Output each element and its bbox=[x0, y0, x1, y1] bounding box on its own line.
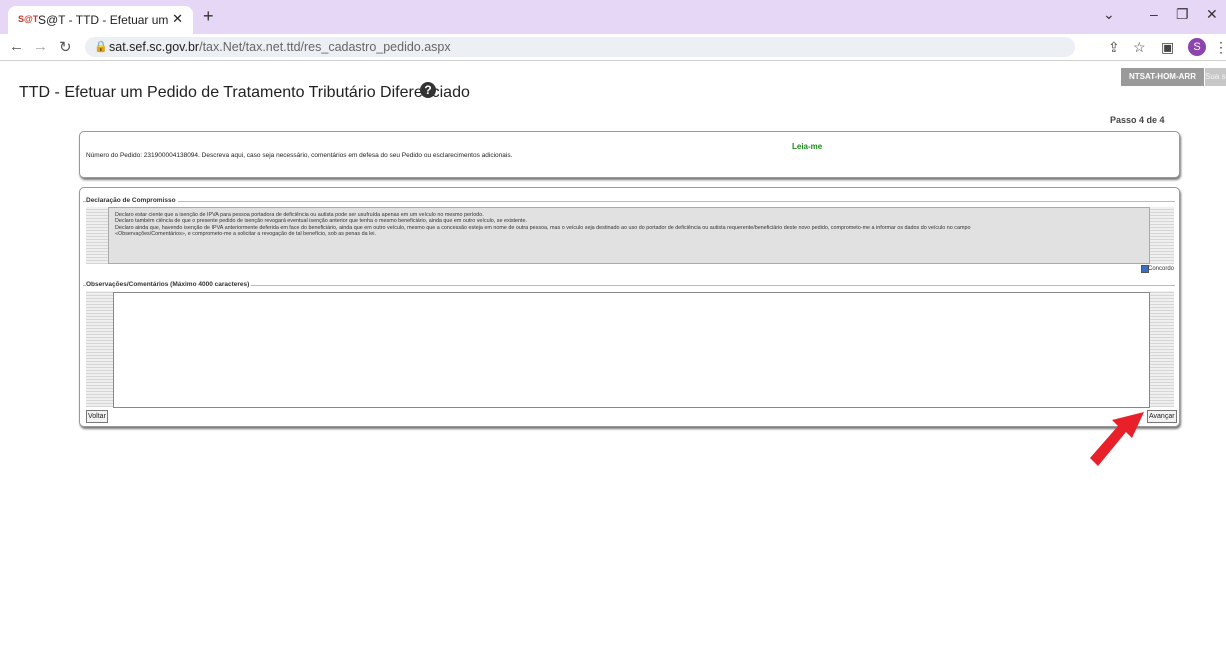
leia-me-link[interactable]: Leia-me bbox=[792, 142, 822, 151]
star-icon[interactable]: ☆ bbox=[1133, 39, 1146, 56]
session-timer: Sua sessão expira em 39:3 bbox=[1205, 68, 1226, 86]
declaracao-line: «Observações/Comentários», e comprometo-… bbox=[115, 230, 376, 237]
close-tab-icon[interactable]: ✕ bbox=[172, 11, 183, 27]
annotation-arrow-icon bbox=[1090, 412, 1144, 466]
form-panel: Declaração de Compromisso Declaro estar … bbox=[79, 187, 1180, 427]
restore-icon[interactable]: ❐ bbox=[1176, 6, 1189, 23]
site-favicon-icon: S@T bbox=[18, 14, 39, 24]
new-tab-icon[interactable]: + bbox=[203, 6, 214, 27]
right-gutter bbox=[1150, 291, 1174, 407]
observacoes-legend: Observações/Comentários (Máximo 4000 car… bbox=[86, 281, 252, 288]
arrow-shape bbox=[1090, 412, 1144, 466]
step-indicator: Passo 4 de 4 bbox=[1110, 115, 1165, 125]
voltar-button[interactable]: Voltar bbox=[86, 410, 108, 423]
tab-title: S@T - TTD - Efetuar um Pedido de bbox=[38, 13, 168, 27]
right-gutter bbox=[1149, 207, 1174, 264]
chevron-down-icon[interactable]: ⌄ bbox=[1103, 6, 1115, 23]
pedido-description: Número do Pedido: 231900004138094. Descr… bbox=[86, 152, 513, 159]
url-path: /tax.Net/tax.net.ttd/res_cadastro_pedido… bbox=[199, 40, 451, 54]
sidepanel-icon[interactable]: ▣ bbox=[1161, 39, 1174, 56]
lock-icon: 🔒 bbox=[94, 41, 108, 53]
address-bar: ← → ↻ 🔒 sat.sef.sc.gov.br/tax.Net/tax.ne… bbox=[0, 34, 1226, 61]
info-panel: Leia-me Número do Pedido: 23190000413809… bbox=[79, 131, 1180, 178]
reload-icon[interactable]: ↻ bbox=[59, 38, 72, 56]
page-title: TTD - Efetuar um Pedido de Tratamento Tr… bbox=[19, 84, 470, 101]
left-gutter bbox=[86, 291, 113, 407]
declaracao-text-box: Declaro estar ciente que a isenção de IP… bbox=[108, 207, 1150, 264]
avancar-button[interactable]: Avançar bbox=[1147, 410, 1177, 423]
browser-tab[interactable]: S@T S@T - TTD - Efetuar um Pedido de ✕ bbox=[8, 6, 193, 34]
back-icon[interactable]: ← bbox=[9, 38, 24, 55]
close-window-icon[interactable]: ✕ bbox=[1206, 6, 1218, 23]
share-icon[interactable]: ⇪ bbox=[1108, 39, 1120, 56]
url-field[interactable]: 🔒 sat.sef.sc.gov.br/tax.Net/tax.net.ttd/… bbox=[85, 37, 1075, 57]
declaracao-legend: Declaração de Compromisso bbox=[86, 197, 178, 204]
forward-icon[interactable]: → bbox=[33, 38, 48, 55]
minimize-icon[interactable]: – bbox=[1150, 6, 1158, 22]
url-host: sat.sef.sc.gov.br bbox=[109, 40, 200, 54]
fieldset-border bbox=[83, 201, 1175, 202]
observacoes-textarea[interactable] bbox=[113, 292, 1150, 408]
browser-tab-bar: S@T S@T - TTD - Efetuar um Pedido de ✕ +… bbox=[0, 0, 1226, 34]
concordo-label: Concordo bbox=[1148, 266, 1175, 272]
avatar[interactable]: S bbox=[1188, 38, 1206, 56]
help-icon[interactable]: ? bbox=[420, 82, 436, 98]
menu-icon[interactable]: ⋮ bbox=[1214, 39, 1226, 56]
environment-badge: NTSAT-HOM-ARR bbox=[1121, 68, 1204, 86]
left-gutter bbox=[86, 207, 108, 264]
